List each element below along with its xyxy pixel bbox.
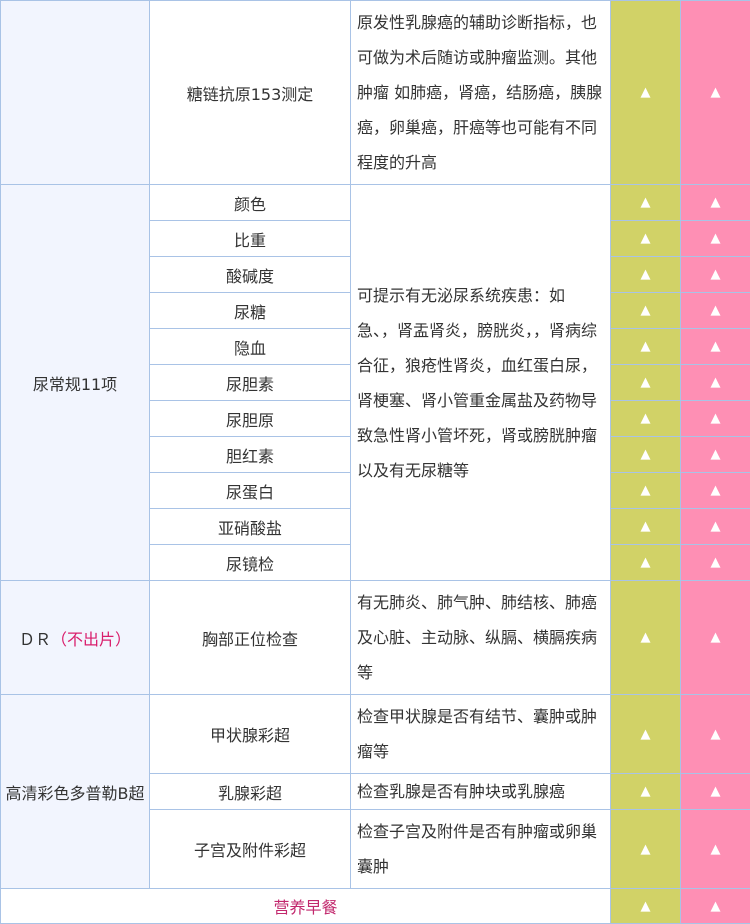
- mark-col1: ▲: [611, 509, 681, 545]
- item-uterus: 子宫及附件彩超: [150, 810, 351, 889]
- mark-col1: ▲: [611, 545, 681, 581]
- item-breast: 乳腺彩超: [150, 774, 351, 810]
- mark-col1: ▲: [611, 185, 681, 221]
- mark-col1: ▲: [611, 889, 681, 924]
- mark-col1: ▲: [611, 329, 681, 365]
- urine-item: 尿胆素: [150, 365, 351, 401]
- mark-col2: ▲: [681, 1, 750, 185]
- table-row: 高清彩色多普勒B超 甲状腺彩超 检查甲状腺是否有结节、囊肿或肿瘤等 ▲ ▲: [1, 695, 750, 774]
- mark-col2: ▲: [681, 401, 750, 437]
- urine-item: 胆红素: [150, 437, 351, 473]
- item-ca153: 糖链抗原153测定: [150, 1, 351, 185]
- package-table: 糖链抗原153测定 原发性乳腺癌的辅助诊断指标，也可做为术后随访或肿瘤监测。其他…: [0, 0, 750, 924]
- mark-col2: ▲: [681, 810, 750, 889]
- mark-col1: ▲: [611, 437, 681, 473]
- item-thyroid: 甲状腺彩超: [150, 695, 351, 774]
- category-cell-continued: [1, 1, 150, 185]
- mark-col1: ▲: [611, 365, 681, 401]
- mark-col2: ▲: [681, 293, 750, 329]
- urine-item: 颜色: [150, 185, 351, 221]
- mark-col2: ▲: [681, 509, 750, 545]
- mark-col1: ▲: [611, 401, 681, 437]
- mark-col2: ▲: [681, 581, 750, 695]
- mark-col2: ▲: [681, 774, 750, 810]
- mark-col1: ▲: [611, 1, 681, 185]
- urine-item: 亚硝酸盐: [150, 509, 351, 545]
- mark-col1: ▲: [611, 695, 681, 774]
- urine-item: 尿糖: [150, 293, 351, 329]
- urine-item: 酸碱度: [150, 257, 351, 293]
- mark-col1: ▲: [611, 221, 681, 257]
- mark-col2: ▲: [681, 329, 750, 365]
- breakfast-label: 营养早餐: [1, 889, 611, 924]
- urine-item: 尿镜检: [150, 545, 351, 581]
- category-dr-label: ＤＲ: [19, 630, 51, 649]
- table-row: 营养早餐 ▲ ▲: [1, 889, 750, 924]
- table-row: 糖链抗原153测定 原发性乳腺癌的辅助诊断指标，也可做为术后随访或肿瘤监测。其他…: [1, 1, 750, 185]
- desc-thyroid: 检查甲状腺是否有结节、囊肿或肿瘤等: [351, 695, 611, 774]
- table-row: 尿常规11项 颜色 可提示有无泌尿系统疾患：如急、，肾盂肾炎，膀胱炎，，肾病综合…: [1, 185, 750, 221]
- mark-col1: ▲: [611, 257, 681, 293]
- urine-item: 比重: [150, 221, 351, 257]
- category-dr-note: （不出片）: [51, 630, 131, 649]
- mark-col1: ▲: [611, 293, 681, 329]
- mark-col2: ▲: [681, 257, 750, 293]
- category-dr: ＤＲ（不出片）: [1, 581, 150, 695]
- mark-col2: ▲: [681, 695, 750, 774]
- mark-col2: ▲: [681, 437, 750, 473]
- desc-uterus: 检查子宫及附件是否有肿瘤或卵巢囊肿: [351, 810, 611, 889]
- desc-breast: 检查乳腺是否有肿块或乳腺癌: [351, 774, 611, 810]
- mark-col2: ▲: [681, 221, 750, 257]
- mark-col2: ▲: [681, 545, 750, 581]
- desc-chest: 有无肺炎、肺气肿、肺结核、肺癌及心脏、主动脉、纵膈、横膈疾病等: [351, 581, 611, 695]
- category-urine: 尿常规11项: [1, 185, 150, 581]
- mark-col1: ▲: [611, 810, 681, 889]
- table-row: ＤＲ（不出片） 胸部正位检查 有无肺炎、肺气肿、肺结核、肺癌及心脏、主动脉、纵膈…: [1, 581, 750, 695]
- urine-item: 尿胆原: [150, 401, 351, 437]
- mark-col1: ▲: [611, 774, 681, 810]
- item-chest: 胸部正位检查: [150, 581, 351, 695]
- mark-col2: ▲: [681, 185, 750, 221]
- mark-col2: ▲: [681, 365, 750, 401]
- urine-item: 隐血: [150, 329, 351, 365]
- mark-col1: ▲: [611, 473, 681, 509]
- urine-item: 尿蛋白: [150, 473, 351, 509]
- mark-col2: ▲: [681, 473, 750, 509]
- mark-col1: ▲: [611, 581, 681, 695]
- mark-col2: ▲: [681, 889, 750, 924]
- desc-urine: 可提示有无泌尿系统疾患：如急、，肾盂肾炎，膀胱炎，，肾病综合征，狼疮性肾炎，血红…: [351, 185, 611, 581]
- category-bultrasound: 高清彩色多普勒B超: [1, 695, 150, 889]
- desc-ca153: 原发性乳腺癌的辅助诊断指标，也可做为术后随访或肿瘤监测。其他肿瘤 如肺癌，肾癌，…: [351, 1, 611, 185]
